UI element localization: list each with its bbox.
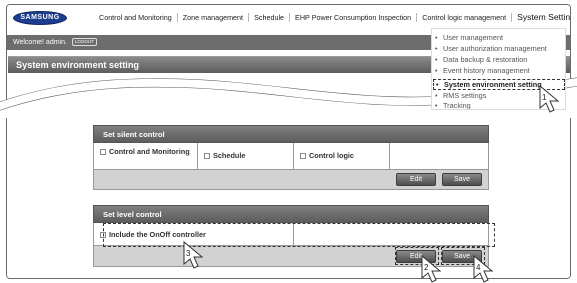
callout-3-icon: 3	[183, 240, 204, 269]
option-cell: Control logic	[294, 143, 390, 169]
samsung-logo: SAMSUNG	[13, 11, 67, 25]
menu-label: System environment setting	[444, 80, 542, 89]
callout-1-label: 1	[542, 93, 547, 102]
silent-control-panel: Set silent control Control and Monitorin…	[93, 125, 489, 201]
menu-label: Data backup & restoration	[443, 55, 528, 64]
option-label: Schedule	[213, 151, 246, 160]
highlight-option-box	[103, 223, 495, 247]
menu-label: User authorization management	[443, 44, 547, 53]
menu-tracking[interactable]: • Tracking	[435, 101, 471, 110]
checkbox-icon[interactable]	[100, 149, 106, 155]
nav-ehp-power[interactable]: EHP Power Consumption Inspection	[290, 13, 418, 22]
welcome-label: Welcome! admin.	[13, 38, 67, 46]
checkbox-icon[interactable]	[204, 153, 210, 159]
menu-label: Event history management	[443, 66, 530, 75]
top-navigation: SAMSUNG Control and Monitoring Zone mana…	[7, 5, 570, 30]
callout-2-icon: 2	[421, 254, 442, 283]
menu-label: RMS settings	[443, 91, 487, 100]
silent-save-button[interactable]: Save	[442, 173, 482, 186]
option-control-monitoring[interactable]: Control and Monitoring	[100, 147, 192, 156]
callout-4-icon: 4	[473, 254, 494, 283]
menu-user-management[interactable]: • User management	[435, 33, 503, 42]
nav-control-monitoring[interactable]: Control and Monitoring	[94, 13, 178, 22]
nav-zone-management[interactable]: Zone management	[178, 13, 250, 22]
callout-2-label: 2	[424, 263, 429, 272]
menu-rms-settings[interactable]: • RMS settings	[435, 91, 486, 100]
silent-control-header: Set silent control	[93, 125, 489, 143]
page-title: System environment setting	[16, 60, 140, 70]
option-schedule[interactable]: Schedule	[204, 151, 245, 160]
nav-system-settings[interactable]: System Settings	[512, 13, 570, 22]
welcome-text: Welcome! admin. LOGOUT	[13, 38, 97, 46]
menu-label: User management	[443, 33, 504, 42]
option-cell: Control and Monitoring	[94, 143, 198, 169]
callout-3-label: 3	[186, 249, 191, 258]
logout-button[interactable]: LOGOUT	[71, 38, 97, 46]
callout-4-label: 4	[476, 263, 481, 272]
menu-data-backup[interactable]: • Data backup & restoration	[435, 55, 527, 64]
level-control-header: Set level control	[93, 205, 489, 223]
menu-system-environment[interactable]: • System environment setting	[436, 80, 542, 89]
option-cell: Schedule	[198, 143, 294, 169]
silent-edit-button[interactable]: Edit	[396, 173, 436, 186]
menu-label: Tracking	[443, 101, 471, 110]
option-label: Control and Monitoring	[109, 147, 190, 156]
silent-control-actions: Edit Save	[93, 169, 489, 190]
callout-1-icon: 1	[539, 84, 560, 113]
checkbox-icon[interactable]	[300, 153, 306, 159]
silent-control-title: Set silent control	[103, 130, 165, 139]
main-menu: Control and Monitoring Zone management S…	[94, 5, 570, 30]
silent-control-options: Control and Monitoring Schedule Control …	[93, 143, 489, 169]
nav-control-logic[interactable]: Control logic management	[417, 13, 513, 22]
nav-schedule[interactable]: Schedule	[249, 13, 291, 22]
menu-user-authorization[interactable]: • User authorization management	[435, 44, 547, 53]
option-label: Control logic	[309, 151, 354, 160]
menu-event-history[interactable]: • Event history management	[435, 66, 530, 75]
option-control-logic[interactable]: Control logic	[300, 151, 354, 160]
level-control-title: Set level control	[103, 210, 162, 219]
